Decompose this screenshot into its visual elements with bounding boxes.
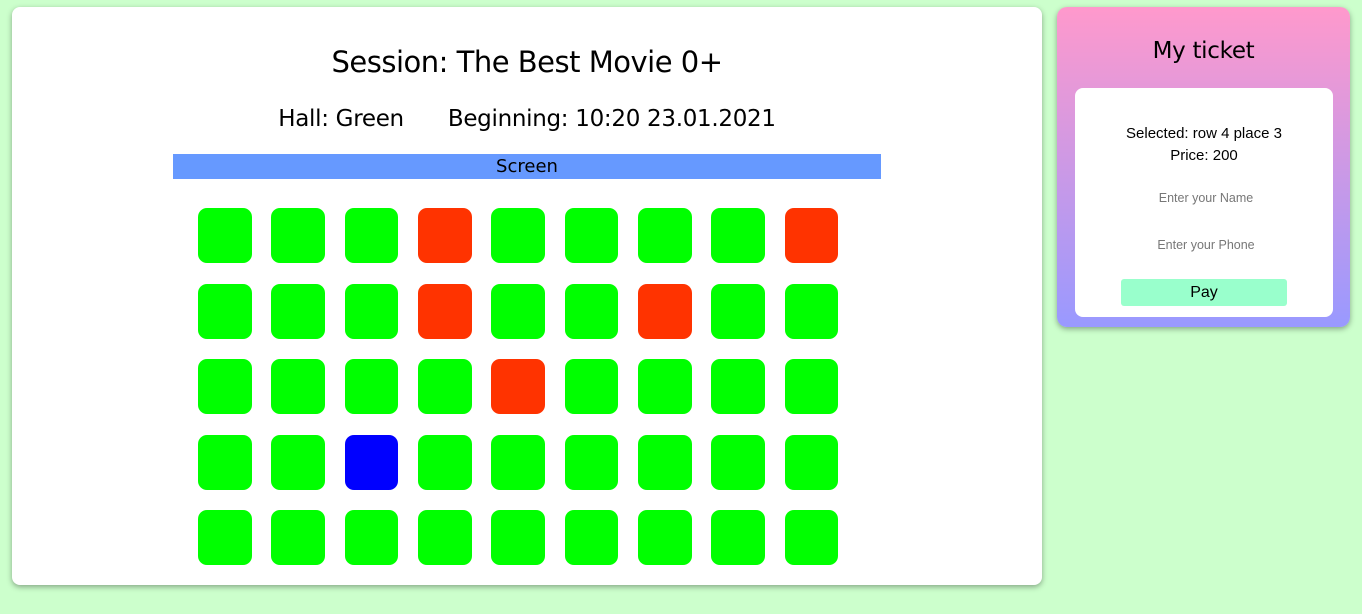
session-info: Hall: Green Beginning: 10:20 23.01.2021 [12, 106, 1042, 132]
seat-free[interactable] [564, 359, 619, 414]
seat-row [198, 510, 858, 566]
seat-free[interactable] [344, 510, 399, 565]
seat-free[interactable] [271, 208, 326, 263]
seat-free[interactable] [344, 359, 399, 414]
seat-free[interactable] [784, 510, 839, 565]
seat-free[interactable] [198, 208, 252, 263]
seat-free[interactable] [198, 510, 252, 565]
selected-seat-text: Selected: row 4 place 3 [1126, 125, 1282, 142]
seat-free[interactable] [271, 283, 326, 339]
ticket-panel: My ticket Selected: row 4 place 3 Price:… [1057, 7, 1350, 327]
name-input[interactable] [1095, 184, 1317, 212]
seat-selected[interactable] [344, 434, 399, 490]
hall-label: Hall: Green [278, 106, 404, 132]
pay-button[interactable]: Pay [1121, 279, 1287, 306]
seat-free[interactable] [417, 434, 472, 490]
seat-taken[interactable] [417, 283, 472, 339]
seat-free[interactable] [784, 359, 839, 414]
seat-free[interactable] [711, 208, 766, 263]
seat-free[interactable] [198, 359, 252, 414]
seat-free[interactable] [491, 208, 546, 263]
seat-row [198, 434, 858, 491]
seat-map [198, 208, 858, 586]
price-text: Price: 200 [1170, 147, 1238, 164]
seat-free[interactable] [711, 510, 766, 565]
phone-input[interactable] [1095, 231, 1317, 259]
seat-free[interactable] [491, 510, 546, 565]
ticket-title: My ticket [1152, 38, 1255, 64]
seat-free[interactable] [491, 434, 546, 490]
screen-bar: Screen [173, 154, 881, 179]
seat-free[interactable] [637, 208, 692, 263]
seat-free[interactable] [564, 510, 619, 565]
seat-free[interactable] [417, 510, 472, 565]
seat-row [198, 359, 858, 415]
seat-free[interactable] [784, 283, 839, 339]
seat-free[interactable] [711, 359, 766, 414]
seat-free[interactable] [564, 283, 619, 339]
seat-free[interactable] [637, 510, 692, 565]
seat-taken[interactable] [784, 208, 839, 263]
beginning-label: Beginning: 10:20 23.01.2021 [447, 106, 776, 132]
seat-free[interactable] [344, 208, 399, 263]
seat-taken[interactable] [491, 359, 546, 414]
session-panel: Session: The Best Movie 0+ Hall: Green Be… [12, 7, 1042, 585]
seat-taken[interactable] [417, 208, 472, 263]
seat-free[interactable] [564, 208, 619, 263]
seat-free[interactable] [711, 434, 766, 490]
seat-free[interactable] [271, 510, 326, 565]
seat-free[interactable] [637, 434, 692, 490]
seat-free[interactable] [711, 283, 766, 339]
seat-free[interactable] [198, 283, 252, 339]
seat-free[interactable] [271, 434, 326, 490]
seat-free[interactable] [271, 359, 326, 414]
seat-free[interactable] [784, 434, 839, 490]
seat-row [198, 283, 858, 340]
seat-free[interactable] [417, 359, 472, 414]
seat-row [198, 208, 858, 264]
session-title: Session: The Best Movie 0+ [331, 45, 723, 79]
selection-summary: Selected: row 4 place 3 Price: 200 [1075, 123, 1333, 167]
seat-free[interactable] [564, 434, 619, 490]
seat-free[interactable] [491, 283, 546, 339]
ticket-form: Selected: row 4 place 3 Price: 200 Pay [1075, 88, 1333, 317]
seat-free[interactable] [198, 434, 252, 490]
seat-free[interactable] [344, 283, 399, 339]
seat-free[interactable] [637, 359, 692, 414]
seat-taken[interactable] [637, 283, 692, 339]
